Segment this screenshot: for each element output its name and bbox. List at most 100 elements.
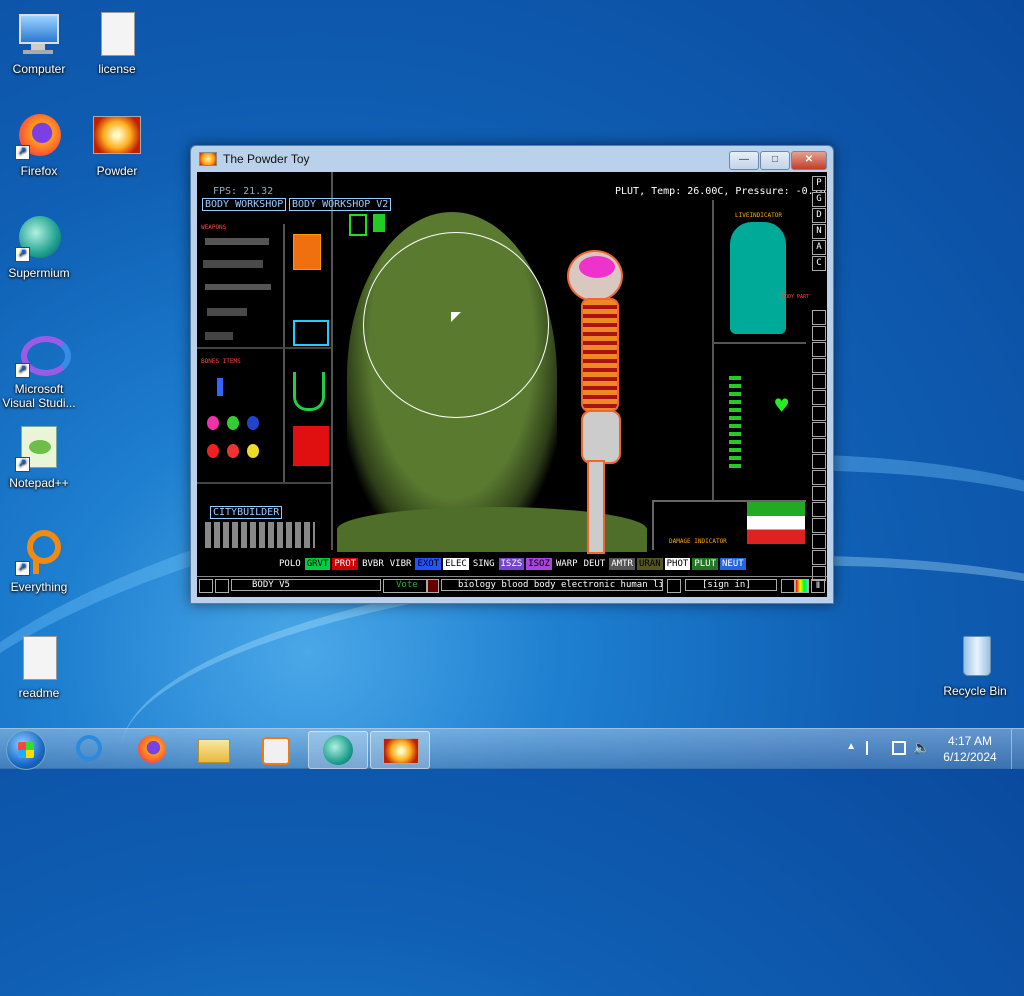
category-tools-icon[interactable] — [812, 518, 826, 533]
category-explosives-icon[interactable] — [812, 390, 826, 405]
cyan-item[interactable] — [293, 320, 329, 346]
green-orb[interactable] — [227, 416, 239, 430]
element-button-exot[interactable]: EXOT — [415, 558, 442, 570]
green-fork-item[interactable] — [293, 372, 325, 411]
sign-in-button[interactable]: [sign in] — [685, 579, 777, 591]
right-button-a[interactable]: A — [812, 240, 826, 255]
desktop-icon-recycle-bin[interactable]: Recycle Bin — [936, 632, 1014, 698]
element-button-prot[interactable]: PROT — [332, 558, 359, 570]
close-button[interactable]: ✕ — [791, 151, 827, 170]
category-walls-icon[interactable] — [812, 310, 826, 325]
desktop-icon-license[interactable]: license — [78, 10, 156, 76]
category-special-icon[interactable] — [812, 486, 826, 501]
tag-body-workshop-v2[interactable]: BODY WORKSHOP V2 — [289, 198, 392, 211]
pause-button[interactable]: Ⅱ — [811, 579, 825, 593]
desktop-icon-vstudio[interactable]: ↗ Microsoft Visual Studi... — [0, 330, 78, 410]
maximize-button[interactable]: □ — [760, 151, 790, 170]
iran-flag-item[interactable] — [747, 502, 805, 544]
right-button-p[interactable]: P — [812, 176, 826, 191]
desktop-icon-computer[interactable]: Computer — [0, 10, 78, 76]
element-button-polo[interactable]: POLO — [277, 558, 303, 570]
reload-button[interactable] — [215, 579, 229, 593]
element-button-elec[interactable]: ELEC — [443, 558, 469, 570]
taskbar-ie[interactable] — [60, 731, 118, 767]
red-orb[interactable] — [227, 444, 239, 458]
category-power-icon[interactable] — [812, 342, 826, 357]
clock[interactable]: 4:17 AM 6/12/2024 — [938, 733, 1002, 765]
category-powders-icon[interactable] — [812, 438, 826, 453]
taskbar-supermium[interactable] — [308, 731, 368, 769]
element-button-vibr[interactable]: VIBR — [387, 558, 414, 570]
show-desktop-button[interactable] — [1011, 729, 1024, 769]
gun-icon[interactable] — [205, 332, 233, 340]
red-orb[interactable] — [207, 444, 219, 458]
desktop-icon-readme[interactable]: readme — [0, 634, 78, 700]
settings-button[interactable] — [781, 579, 795, 593]
desktop-icon-powder[interactable]: Powder — [78, 112, 156, 178]
citybuilder-label[interactable]: CITYBUILDER — [210, 506, 283, 519]
renderer-button[interactable] — [795, 579, 809, 593]
pink-orb[interactable] — [207, 416, 219, 430]
orange-item[interactable] — [293, 234, 321, 270]
game-canvas[interactable]: FPS: 21.32 BODY WORKSHOP BODY WORKSHOP V… — [197, 172, 827, 597]
vote-up-button[interactable]: Vote — [383, 579, 427, 593]
taskbar-explorer[interactable] — [184, 731, 242, 767]
category-radioactive-icon[interactable] — [812, 470, 826, 485]
element-button-uran[interactable]: URAN — [636, 558, 663, 570]
category-favorites-icon[interactable] — [812, 534, 826, 549]
gun-icon[interactable] — [205, 284, 271, 290]
taskbar-media-player[interactable] — [246, 731, 304, 767]
action-center-flag-icon[interactable] — [866, 741, 880, 755]
category-force-icon[interactable] — [812, 374, 826, 389]
blue-orb[interactable] — [247, 416, 259, 430]
element-button-grvt[interactable]: GRVT — [304, 558, 331, 570]
new-sim-button[interactable] — [667, 579, 681, 593]
right-button-n[interactable]: N — [812, 224, 826, 239]
minimize-button[interactable]: — — [729, 151, 759, 170]
category-recent-icon[interactable] — [812, 550, 826, 565]
right-button-g[interactable]: G — [812, 192, 826, 207]
desktop-icon-everything[interactable]: ↗ Everything — [0, 528, 78, 594]
right-button-c[interactable]: C — [812, 256, 826, 271]
gun-icon[interactable] — [205, 238, 269, 245]
vote-down-button[interactable] — [427, 579, 439, 593]
tags-field[interactable]: biology blood body electronic human life… — [441, 579, 663, 591]
blue-item[interactable] — [217, 378, 223, 396]
tag-body-workshop[interactable]: BODY WORKSHOP — [202, 198, 287, 211]
taskbar-firefox[interactable] — [122, 731, 180, 767]
element-button-deut[interactable]: DEUT — [581, 558, 608, 570]
powder-toy-window[interactable]: The Powder Toy — □ ✕ FPS: 21.32 BODY WOR… — [190, 145, 834, 604]
category-gases-icon[interactable] — [812, 406, 826, 421]
desktop-icon-notepadpp[interactable]: ↗ Notepad++ — [0, 424, 78, 490]
green-toggle-a[interactable] — [349, 214, 367, 236]
red-item[interactable] — [293, 426, 329, 466]
yellow-orb[interactable] — [247, 444, 259, 458]
category-life-icon[interactable] — [812, 502, 826, 517]
element-button-plut[interactable]: PLUT — [692, 558, 718, 570]
gun-icon[interactable] — [207, 308, 247, 316]
start-button[interactable] — [6, 730, 46, 770]
window-title-bar[interactable]: The Powder Toy — [199, 152, 310, 166]
element-button-bvbr[interactable]: BVBR — [360, 558, 386, 570]
green-toggle-b[interactable] — [373, 214, 385, 232]
element-button-neut[interactable]: NEUT — [720, 558, 746, 570]
volume-muted-icon[interactable]: 🔈 — [913, 739, 930, 756]
element-button-phot[interactable]: PHOT — [664, 558, 691, 570]
element-button-warp[interactable]: WARP — [553, 558, 580, 570]
taskbar-powder-toy[interactable] — [370, 731, 430, 769]
gun-icon[interactable] — [203, 260, 263, 268]
element-button-isoz[interactable]: ISOZ — [526, 558, 552, 570]
network-icon[interactable] — [892, 741, 906, 755]
category-solids-icon[interactable] — [812, 454, 826, 469]
category-electronics-icon[interactable] — [812, 326, 826, 341]
save-name-field[interactable]: BODY V5 — [231, 579, 381, 591]
category-liquids-icon[interactable] — [812, 422, 826, 437]
desktop-icon-firefox[interactable]: ↗ Firefox — [0, 112, 78, 178]
element-button-iszs[interactable]: ISZS — [498, 558, 525, 570]
element-button-amtr[interactable]: AMTR — [609, 558, 635, 570]
desktop-icon-supermium[interactable]: ↗ Supermium — [0, 214, 78, 280]
element-button-sing[interactable]: SING — [470, 558, 497, 570]
open-save-button[interactable] — [199, 579, 213, 593]
right-button-d[interactable]: D — [812, 208, 826, 223]
show-hidden-icons-button[interactable]: ▲ — [846, 741, 856, 752]
